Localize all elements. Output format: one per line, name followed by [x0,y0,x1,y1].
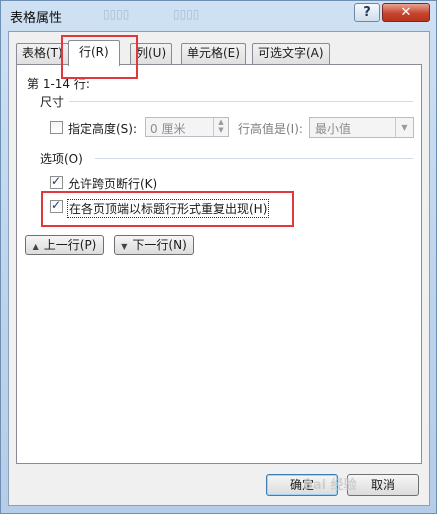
specify-height-label: 指定高度(S): [68,122,138,136]
options-divider [95,158,413,159]
specify-height-checkbox[interactable] [50,121,63,134]
dialog-title: 表格属性 [10,11,63,26]
allow-row-break-label: 允许跨页断行(K) [68,177,158,191]
options-section-title: 选项(O) [40,152,83,166]
size-section-title: 尺寸 [40,95,65,109]
triangle-up-icon: ▲ [32,242,39,251]
next-row-button[interactable]: ▼ 下一行(N) [114,235,194,255]
next-row-label: 下一行(N) [132,238,187,252]
size-divider [69,101,413,102]
height-value-spinner[interactable]: 0 厘米 ▲ ▼ [145,117,229,137]
previous-row-label: 上一行(P) [43,238,97,252]
allow-row-break-checkbox[interactable] [50,174,63,189]
height-rule-select[interactable]: 最小值 ▼ [309,117,414,138]
height-rule-value: 最小值 [315,122,352,136]
height-rule-label: 行高值是(I): [238,122,303,136]
chevron-down-icon[interactable]: ▼ [395,118,413,137]
help-button[interactable]: ? [354,3,380,22]
highlight-repeat-header [41,191,294,227]
row-tab-panel: 第 1-14 行: 尺寸 指定高度(S): 0 厘米 ▲ ▼ 行高值是(I): 最… [16,64,422,464]
table-properties-dialog: 表格属性 ▯▯▯▯ ▯▯▯▯ ? ✕ 表格(T) 行(R) 列(U) 单元格(E… [0,0,437,514]
watermark-logo: Bai 经验 [303,478,357,493]
cancel-button[interactable]: 取消 [347,474,419,496]
highlight-row-tab [61,35,138,79]
background-ghost-text: ▯▯▯▯ [103,7,130,21]
previous-row-button[interactable]: ▲ 上一行(P) [25,235,104,255]
background-ghost-text: ▯▯▯▯ [173,7,200,21]
tab-cell[interactable]: 单元格(E) [181,43,246,64]
title-bar[interactable]: 表格属性 ▯▯▯▯ ▯▯▯▯ ? ✕ [1,1,436,31]
triangle-down-icon: ▼ [121,242,128,251]
height-value: 0 厘米 [150,122,186,136]
tab-alt-text[interactable]: 可选文字(A) [252,43,330,64]
close-button[interactable]: ✕ [382,3,430,22]
dialog-client-area: 表格(T) 行(R) 列(U) 单元格(E) 可选文字(A) 第 1-14 行:… [8,31,430,506]
spinner-arrows-icon[interactable]: ▲ ▼ [213,118,228,136]
